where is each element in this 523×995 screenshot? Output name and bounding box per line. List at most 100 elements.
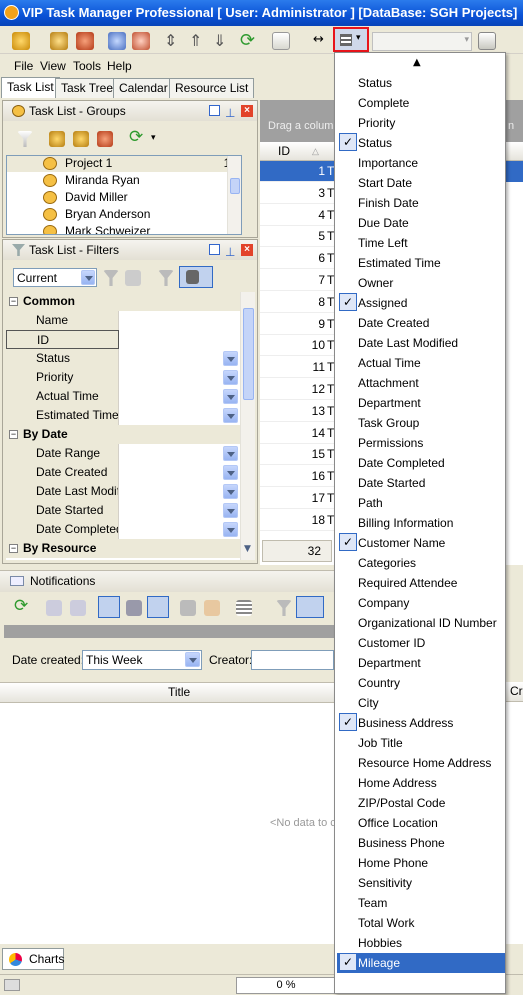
table-row[interactable]: 5T	[260, 226, 335, 248]
dropdown-icon[interactable]	[223, 465, 238, 480]
filter-icon[interactable]	[276, 600, 292, 616]
menu-item-customer-name[interactable]: ✓ Customer Name	[337, 533, 505, 553]
tab-task-list[interactable]: Task List	[1, 77, 60, 98]
filter-row[interactable]: Status	[6, 349, 240, 368]
table-row[interactable]: 6T	[260, 248, 335, 270]
menu-item-date-last-modified[interactable]: Date Last Modified	[337, 333, 505, 353]
table-row[interactable]: 10 T	[260, 335, 335, 357]
filter-value[interactable]	[119, 406, 240, 425]
menu-item-mileage[interactable]: ✓ Mileage	[337, 953, 505, 973]
dropdown-icon[interactable]	[223, 484, 238, 499]
move-up-icon[interactable]: ⇑	[189, 31, 202, 50]
add-group-icon[interactable]	[49, 131, 65, 147]
collapse-icon[interactable]: −	[9, 544, 18, 553]
mark-read-icon[interactable]	[46, 600, 62, 616]
filter-toggle-button[interactable]	[296, 596, 324, 618]
dropdown-icon[interactable]	[223, 351, 238, 366]
filter-row[interactable]: Name	[6, 311, 240, 330]
dropdown-icon[interactable]	[223, 503, 238, 518]
filter-value[interactable]	[119, 501, 240, 520]
close-icon[interactable]: ×	[241, 105, 253, 117]
tab-calendar[interactable]: Calendar	[113, 78, 174, 98]
move-down-icon[interactable]: ⇓	[213, 31, 226, 50]
tab-resource-list[interactable]: Resource List	[169, 78, 255, 98]
menu-item-status[interactable]: ✓ Status	[337, 133, 505, 153]
filter-value[interactable]	[119, 520, 240, 539]
view-combo[interactable]: ▾	[372, 32, 472, 51]
menu-item-attachment[interactable]: Attachment	[337, 373, 505, 393]
maximize-icon[interactable]	[209, 105, 220, 116]
delete-task-icon[interactable]	[76, 32, 94, 50]
filter-row[interactable]: Date Created	[6, 463, 240, 482]
menu-item-permissions[interactable]: Permissions	[337, 433, 505, 453]
table-row[interactable]: 17 T	[260, 488, 335, 509]
table-row[interactable]: 4T	[260, 205, 335, 226]
groups-scrollbar[interactable]	[227, 156, 241, 234]
note-button[interactable]	[147, 596, 169, 618]
menu-help[interactable]: Help	[107, 59, 132, 73]
table-row[interactable]: 3T	[260, 183, 335, 204]
charts-tab[interactable]: Charts	[2, 948, 64, 970]
apply-filter-icon[interactable]	[103, 270, 119, 286]
columns-icon[interactable]	[236, 600, 252, 616]
menu-tools[interactable]: Tools	[73, 59, 101, 73]
menu-item-date-started[interactable]: Date Started	[337, 473, 505, 493]
menu-item-categories[interactable]: Categories	[337, 553, 505, 573]
menu-item-team[interactable]: Team	[337, 893, 505, 913]
move-updown-icon[interactable]: ⇕	[164, 31, 177, 50]
menu-item-department[interactable]: Department	[337, 393, 505, 413]
group-item[interactable]: Bryan Anderson 0	[7, 206, 241, 223]
menu-item-owner[interactable]: Owner	[337, 273, 505, 293]
filter-icon[interactable]	[17, 131, 33, 147]
table-row[interactable]: 11 T	[260, 357, 335, 379]
menu-item-sensitivity[interactable]: Sensitivity	[337, 873, 505, 893]
filter-row[interactable]: Date Last Modified	[6, 482, 240, 501]
filter-value[interactable]	[119, 330, 240, 349]
menu-item-city[interactable]: City	[337, 693, 505, 713]
maximize-icon[interactable]	[209, 244, 220, 255]
refresh-groups-icon[interactable]: ⟳	[129, 127, 143, 147]
filter-row[interactable]: ID	[6, 330, 240, 349]
collapse-icon[interactable]: −	[9, 297, 18, 306]
menu-item-task-group[interactable]: Task Group	[337, 413, 505, 433]
menu-item-time-left[interactable]: Time Left	[337, 233, 505, 253]
table-row[interactable]: 12 T	[260, 379, 335, 400]
id-column-header[interactable]: ID	[278, 142, 290, 161]
filter-row[interactable]: Date Completed	[6, 520, 240, 539]
menu-item-finish-date[interactable]: Finish Date	[337, 193, 505, 213]
menu-item-organizational-id-number[interactable]: Organizational ID Number	[337, 613, 505, 633]
menu-item-job-title[interactable]: Job Title	[337, 733, 505, 753]
scroll-up-icon[interactable]: ▲	[413, 57, 421, 68]
dropdown-icon[interactable]	[223, 446, 238, 461]
filter-value[interactable]	[119, 368, 240, 387]
menu-item-zip-postal-code[interactable]: ZIP/Postal Code	[337, 793, 505, 813]
group-item[interactable]: Project 1 14	[7, 156, 241, 172]
filter-value[interactable]	[119, 311, 240, 330]
menu-item-actual-time[interactable]: Actual Time	[337, 353, 505, 373]
menu-item-home-phone[interactable]: Home Phone	[337, 853, 505, 873]
filter-row[interactable]: Date Range	[6, 444, 240, 463]
section-common[interactable]: − Common	[6, 292, 240, 311]
fit-columns-icon[interactable]: ↔	[313, 32, 324, 47]
columns-button[interactable]: ▾	[333, 27, 369, 52]
group-item[interactable]: David Miller 0	[7, 189, 241, 206]
table-row[interactable]: 15 T	[260, 444, 335, 466]
pin-icon[interactable]: ⊥	[225, 103, 235, 123]
menu-item-start-date[interactable]: Start Date	[337, 173, 505, 193]
table-row[interactable]: 13 T	[260, 401, 335, 422]
task-icon[interactable]	[180, 600, 196, 616]
filter-options-icon[interactable]	[125, 270, 141, 286]
title-column-header[interactable]: Title	[168, 683, 190, 702]
menu-item-status[interactable]: Status	[337, 73, 505, 93]
menu-item-company[interactable]: Company	[337, 593, 505, 613]
table-row[interactable]: 7T	[260, 270, 335, 291]
menu-item-home-address[interactable]: Home Address	[337, 773, 505, 793]
filter-value[interactable]	[119, 349, 240, 368]
filter-value[interactable]	[119, 387, 240, 406]
menu-item-country[interactable]: Country	[337, 673, 505, 693]
export-icon[interactable]	[478, 32, 496, 50]
menu-item-business-address[interactable]: ✓ Business Address	[337, 713, 505, 733]
menu-item-due-date[interactable]: Due Date	[337, 213, 505, 233]
menu-item-priority[interactable]: Priority	[337, 113, 505, 133]
refresh-icon[interactable]: ⟳	[240, 30, 255, 51]
